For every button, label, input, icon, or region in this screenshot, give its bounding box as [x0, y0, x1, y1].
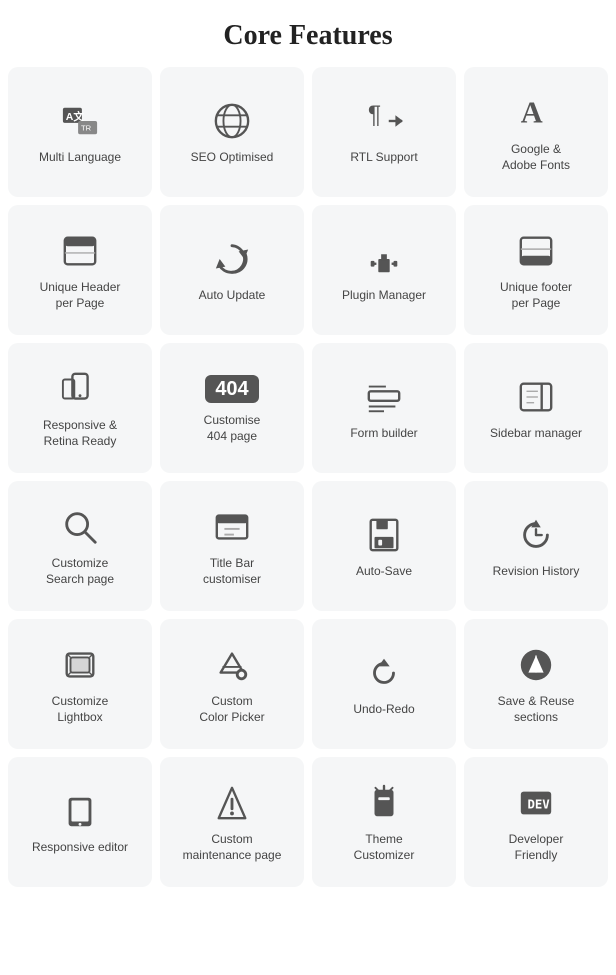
card-responsive-editor[interactable]: Responsive editor: [8, 757, 152, 887]
plugin-icon: [365, 240, 403, 278]
card-label: DeveloperFriendly: [509, 832, 564, 863]
card-label: Plugin Manager: [342, 288, 426, 304]
card-label: Customise404 page: [204, 413, 261, 444]
card-color-picker[interactable]: CustomColor Picker: [160, 619, 304, 749]
svg-text:DEV: DEV: [527, 798, 550, 812]
card-label: Sidebar manager: [490, 426, 582, 442]
card-google-fonts[interactable]: A Google &Adobe Fonts: [464, 67, 608, 197]
card-unique-footer[interactable]: Unique footerper Page: [464, 205, 608, 335]
card-label: Auto Update: [199, 288, 266, 304]
card-plugin-manager[interactable]: Plugin Manager: [312, 205, 456, 335]
card-sidebar-manager[interactable]: Sidebar manager: [464, 343, 608, 473]
card-label: SEO Optimised: [191, 150, 274, 166]
seo-icon: [213, 102, 251, 140]
card-developer-friendly[interactable]: DEV DeveloperFriendly: [464, 757, 608, 887]
card-title-bar[interactable]: Title Barcustomiser: [160, 481, 304, 611]
search-icon: [61, 508, 99, 546]
card-label: Revision History: [493, 564, 580, 580]
card-label: Responsive &Retina Ready: [43, 418, 117, 449]
multi-language-icon: A 文 TR: [61, 102, 99, 140]
colorpicker-icon: [213, 646, 251, 684]
card-unique-header[interactable]: Unique Headerper Page: [8, 205, 152, 335]
card-maintenance[interactable]: Custommaintenance page: [160, 757, 304, 887]
titlebar-icon: [213, 508, 251, 546]
card-label: CustomizeLightbox: [52, 694, 109, 725]
card-customize-search[interactable]: CustomizeSearch page: [8, 481, 152, 611]
lightbox-icon: [61, 646, 99, 684]
card-theme-customizer[interactable]: ThemeCustomizer: [312, 757, 456, 887]
card-form-builder[interactable]: Form builder: [312, 343, 456, 473]
card-responsive[interactable]: Responsive &Retina Ready: [8, 343, 152, 473]
card-label: Save & Reusesections: [498, 694, 575, 725]
svg-text:TR: TR: [81, 124, 92, 133]
card-revision-history[interactable]: Revision History: [464, 481, 608, 611]
auto-update-icon: [213, 240, 251, 278]
404-icon: 404: [205, 375, 258, 403]
card-label: Google &Adobe Fonts: [502, 142, 570, 173]
features-grid: A 文 TR Multi Language SEO Optimised ¶: [0, 67, 616, 907]
autosave-icon: [365, 516, 403, 554]
sidebar-icon: [517, 378, 555, 416]
page-title: Core Features: [0, 0, 616, 67]
card-label: Unique footerper Page: [500, 280, 572, 311]
fonts-icon: A: [517, 94, 555, 132]
savereuse-icon: [517, 646, 555, 684]
card-rtl-support[interactable]: ¶ RTL Support: [312, 67, 456, 197]
revision-icon: [517, 516, 555, 554]
footer-icon: [517, 232, 555, 270]
card-label: Title Barcustomiser: [203, 556, 261, 587]
maintenance-icon: [213, 784, 251, 822]
card-label: Custommaintenance page: [183, 832, 282, 863]
responsive-icon: [61, 370, 99, 408]
card-404[interactable]: 404 Customise404 page: [160, 343, 304, 473]
card-label: ThemeCustomizer: [354, 832, 415, 863]
card-multi-language[interactable]: A 文 TR Multi Language: [8, 67, 152, 197]
card-save-reuse[interactable]: Save & Reusesections: [464, 619, 608, 749]
card-customize-lightbox[interactable]: CustomizeLightbox: [8, 619, 152, 749]
rtl-icon: ¶: [365, 102, 403, 140]
card-auto-save[interactable]: Auto-Save: [312, 481, 456, 611]
card-undo-redo[interactable]: Undo-Redo: [312, 619, 456, 749]
resp-editor-icon: [61, 792, 99, 830]
card-label: Undo-Redo: [353, 702, 414, 718]
svg-text:¶: ¶: [368, 102, 381, 129]
svg-text:A: A: [521, 96, 543, 130]
card-label: CustomizeSearch page: [46, 556, 114, 587]
card-label: Multi Language: [39, 150, 121, 166]
dev-icon: DEV: [517, 784, 555, 822]
card-label: Unique Headerper Page: [40, 280, 121, 311]
card-label: CustomColor Picker: [199, 694, 264, 725]
card-auto-update[interactable]: Auto Update: [160, 205, 304, 335]
header-icon: [61, 232, 99, 270]
card-label: Responsive editor: [32, 840, 128, 856]
form-icon: [365, 378, 403, 416]
card-label: RTL Support: [350, 150, 417, 166]
card-seo-optimised[interactable]: SEO Optimised: [160, 67, 304, 197]
undoredo-icon: [365, 654, 403, 692]
card-label: Auto-Save: [356, 564, 412, 580]
theme-icon: [365, 784, 403, 822]
card-label: Form builder: [350, 426, 417, 442]
